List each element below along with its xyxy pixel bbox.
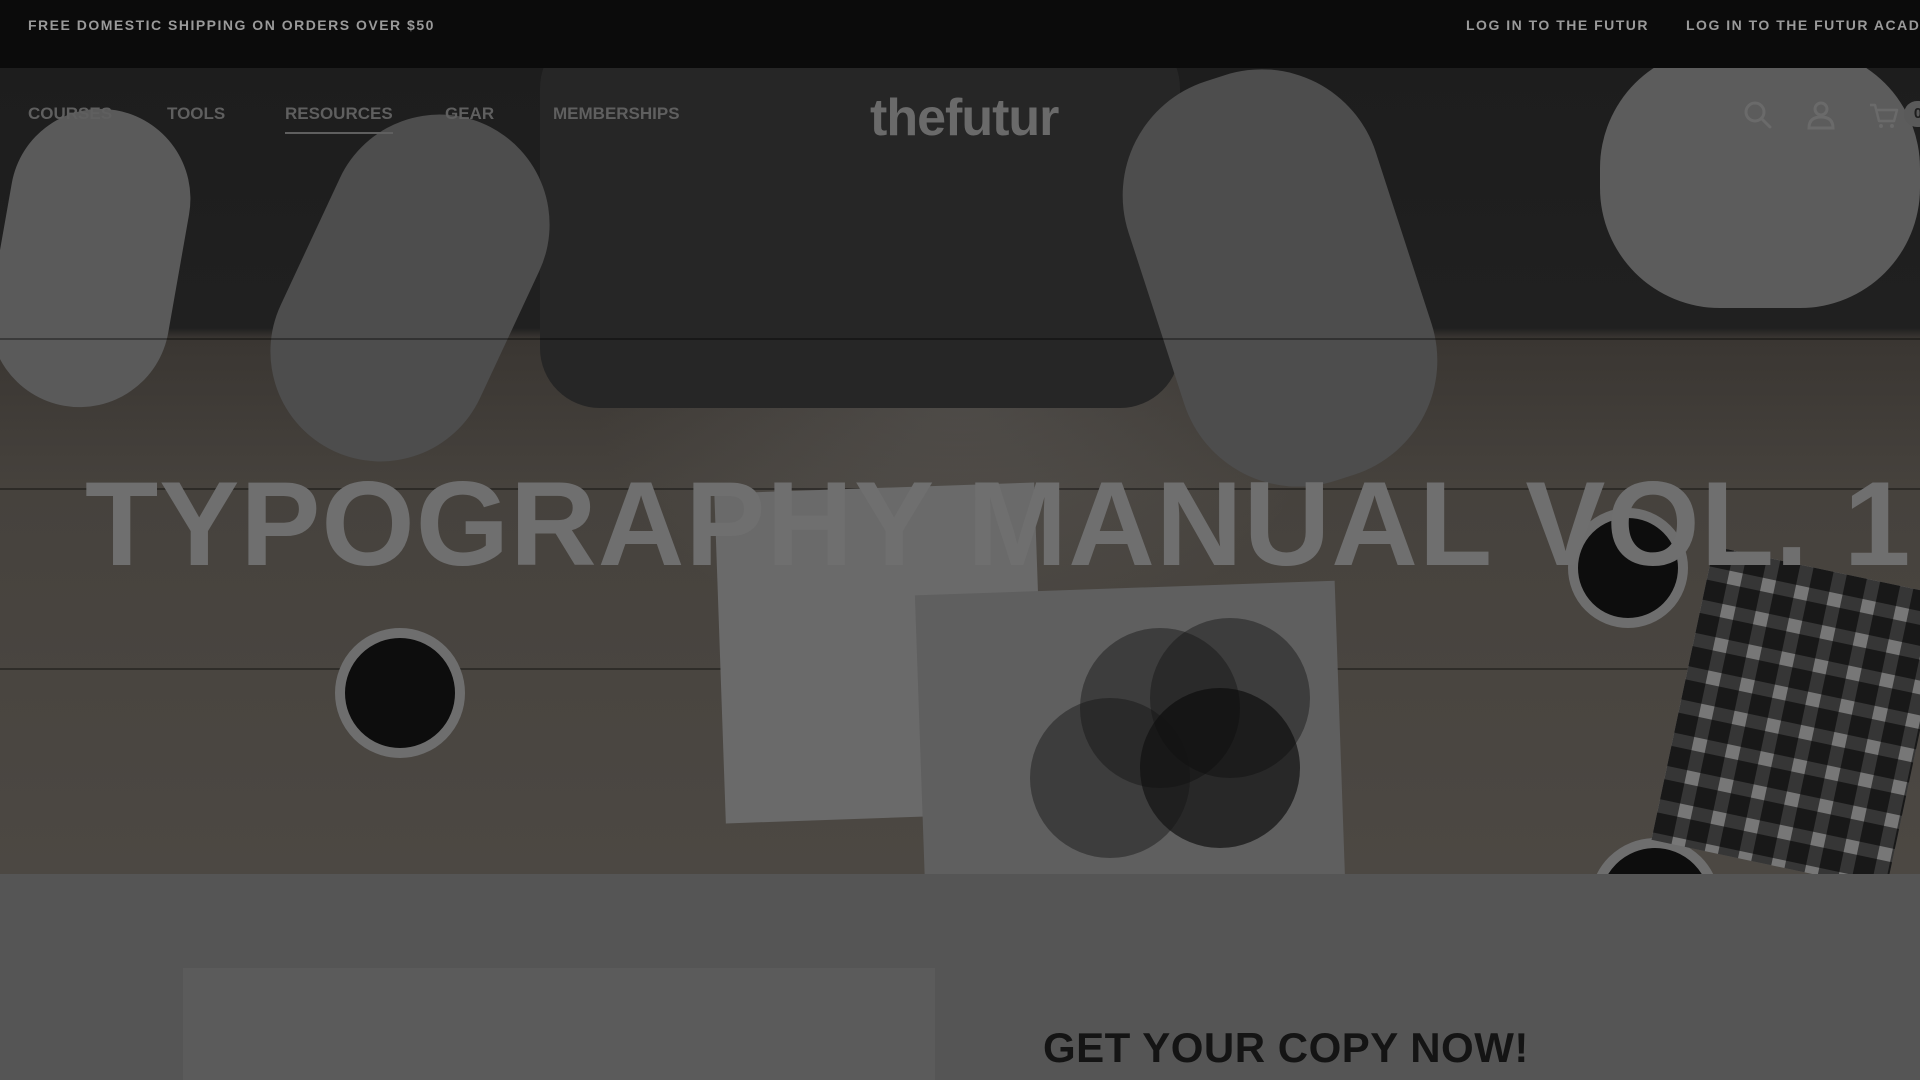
hero-arm bbox=[234, 78, 586, 498]
hero-arm bbox=[0, 94, 205, 422]
search-icon[interactable] bbox=[1743, 100, 1773, 135]
login-futur-link[interactable]: LOG IN TO THE FUTUR bbox=[1466, 17, 1649, 33]
hero-color-swatch-grid bbox=[1651, 546, 1920, 874]
announcement-bar: FREE DOMESTIC SHIPPING ON ORDERS OVER $5… bbox=[0, 0, 1920, 68]
account-icon[interactable] bbox=[1806, 100, 1836, 135]
cta-heading: GET YOUR COPY NOW! bbox=[1043, 1024, 1529, 1071]
hero-coffee-cup bbox=[335, 628, 465, 758]
nav-tools[interactable]: TOOLS bbox=[167, 104, 225, 124]
nav-gear[interactable]: GEAR bbox=[445, 104, 494, 124]
site-logo[interactable]: thefutur bbox=[870, 88, 1059, 148]
hero-title: TYPOGRAPHY MANUAL VOL. 1 bbox=[85, 457, 1912, 591]
login-academy-link[interactable]: LOG IN TO THE FUTUR ACADEMY bbox=[1686, 17, 1920, 33]
nav-courses[interactable]: COURSES bbox=[28, 104, 112, 124]
product-image-card bbox=[183, 968, 935, 1080]
table-edge bbox=[0, 338, 1920, 340]
shipping-promo: FREE DOMESTIC SHIPPING ON ORDERS OVER $5… bbox=[28, 17, 435, 33]
nav-resources[interactable]: RESOURCES bbox=[285, 104, 393, 134]
nav-memberships[interactable]: MEMBERSHIPS bbox=[553, 104, 680, 124]
hero-venn-circle bbox=[1030, 698, 1190, 858]
cart-icon[interactable] bbox=[1868, 100, 1900, 135]
